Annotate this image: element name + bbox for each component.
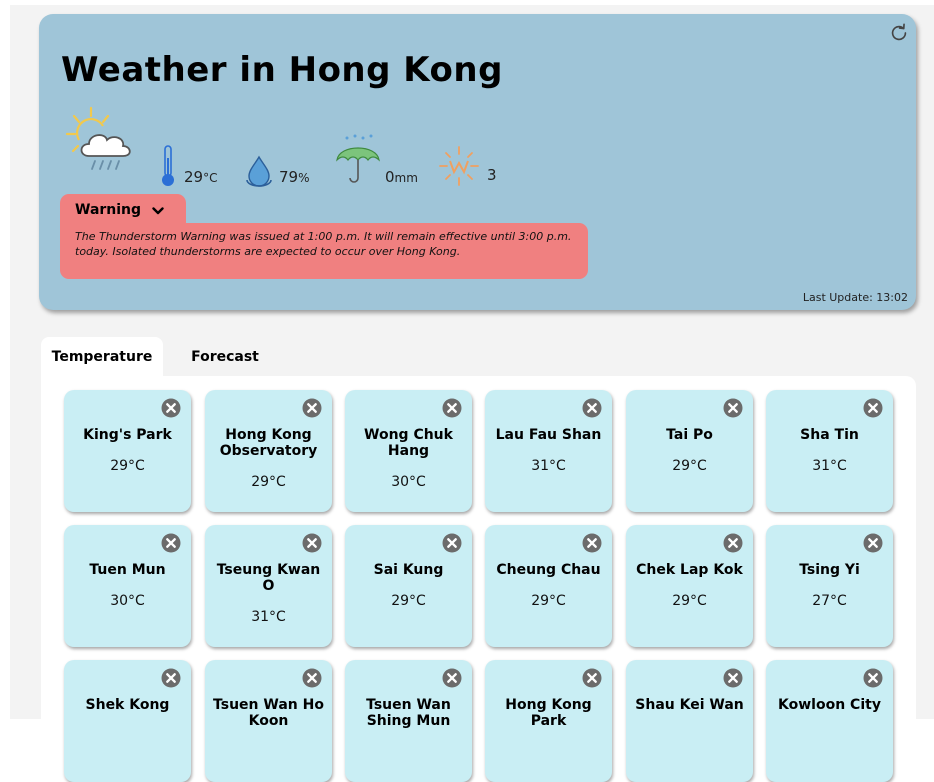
station-temperature: 31°C [251,609,286,625]
station-card[interactable]: Cheung Chau 29°C [485,525,612,647]
view-tabs: Temperature Forecast [41,337,301,377]
station-card[interactable]: Tai Po 29°C [626,390,753,512]
station-card[interactable]: Kowloon City [766,660,893,782]
station-card[interactable]: Hong Kong Park [485,660,612,782]
close-icon[interactable] [723,533,743,553]
uv-index-value: 3 [487,166,497,184]
close-icon[interactable] [442,398,462,418]
station-name: King's Park [83,427,172,443]
close-icon[interactable] [302,668,322,688]
station-name: Kowloon City [778,697,881,713]
close-icon[interactable] [442,533,462,553]
tab-forecast[interactable]: Forecast [175,337,275,377]
temperature-stat: 29°C [160,144,217,188]
station-card[interactable]: Sha Tin 31°C [766,390,893,512]
close-icon[interactable] [161,398,181,418]
current-stats: 29°C 79% 0mm 3 [65,106,565,188]
station-temperature: 29°C [110,458,145,474]
station-name: Chek Lap Kok [636,562,743,578]
station-card[interactable]: Shek Kong [64,660,191,782]
station-name: Tai Po [666,427,713,443]
chevron-down-icon [152,207,164,215]
station-card[interactable]: Wong Chuk Hang 30°C [345,390,472,512]
close-icon[interactable] [442,668,462,688]
close-icon[interactable] [582,398,602,418]
close-icon[interactable] [723,668,743,688]
station-name: Tuen Mun [89,562,166,578]
rainfall-unit: mm [394,171,418,185]
rainfall-value: 0 [385,168,395,186]
station-card[interactable]: Lau Fau Shan 31°C [485,390,612,512]
station-name: Tsuen Wan Shing Mun [366,697,451,729]
station-card[interactable]: Hong Kong Observatory 29°C [205,390,332,512]
station-card[interactable]: Chek Lap Kok 29°C [626,525,753,647]
close-icon[interactable] [161,533,181,553]
station-name: Sha Tin [800,427,859,443]
station-temperature: 29°C [672,458,707,474]
close-icon[interactable] [161,668,181,688]
close-icon[interactable] [582,668,602,688]
close-icon[interactable] [863,668,883,688]
page-title: Weather in Hong Kong [61,50,503,90]
station-name: Wong Chuk Hang [364,427,453,459]
close-icon[interactable] [863,533,883,553]
station-card[interactable]: Tsuen Wan Ho Koon [205,660,332,782]
water-drop-icon [246,155,272,187]
uv-sun-icon [439,146,479,186]
thermometer-icon [162,145,174,186]
close-icon[interactable] [723,398,743,418]
rainfall-stat: 0mm [335,134,418,188]
uv-index-stat: 3 [437,144,497,188]
warning-label: Warning [75,202,142,218]
station-temperature: 27°C [812,593,847,609]
station-name: Shau Kei Wan [635,697,744,713]
station-card[interactable]: Tseung Kwan O 31°C [205,525,332,647]
station-name: Cheung Chau [496,562,601,578]
station-card[interactable]: Shau Kei Wan [626,660,753,782]
warning-message-box: The Thunderstorm Warning was issued at 1… [60,223,588,279]
station-temperature: 30°C [391,474,426,490]
station-name: Sai Kung [373,562,444,578]
station-name: Tsuen Wan Ho Koon [213,697,324,729]
last-update-time: Last Update: 13:02 [802,291,908,304]
humidity-unit: % [298,171,310,185]
close-icon[interactable] [302,533,322,553]
station-card[interactable]: Tuen Mun 30°C [64,525,191,647]
current-weather-panel: Weather in Hong Kong 29°C 79% 0mm 3 Warn… [39,14,916,310]
temperature-value: 29 [184,168,204,186]
station-temperature: 29°C [531,593,566,609]
station-temperature: 30°C [110,593,145,609]
humidity-value: 79 [279,168,299,186]
station-temperature: 31°C [812,458,847,474]
station-card[interactable]: King's Park 29°C [64,390,191,512]
station-card[interactable]: Tsuen Wan Shing Mun [345,660,472,782]
station-name: Shek Kong [85,697,170,713]
station-name: Hong Kong Park [505,697,592,729]
station-temperature: 29°C [391,593,426,609]
sun-cloud-rain-icon [65,106,131,170]
station-card[interactable]: Sai Kung 29°C [345,525,472,647]
humidity-stat: 79% [245,154,310,188]
station-name: Hong Kong Observatory [219,427,318,459]
station-temperature: 31°C [531,458,566,474]
tab-temperature[interactable]: Temperature [41,337,163,377]
close-icon[interactable] [302,398,322,418]
station-name: Lau Fau Shan [495,427,602,443]
station-temperature: 29°C [672,593,707,609]
station-name: Tseung Kwan O [216,562,321,594]
warning-message: The Thunderstorm Warning was issued at 1… [75,230,572,258]
refresh-icon[interactable] [888,22,910,44]
station-temperature: 29°C [251,474,286,490]
station-card[interactable]: Tsing Yi 27°C [766,525,893,647]
close-icon[interactable] [582,533,602,553]
station-name: Tsing Yi [799,562,860,578]
temperature-unit: °C [203,171,218,185]
close-icon[interactable] [863,398,883,418]
umbrella-icon [336,134,380,183]
